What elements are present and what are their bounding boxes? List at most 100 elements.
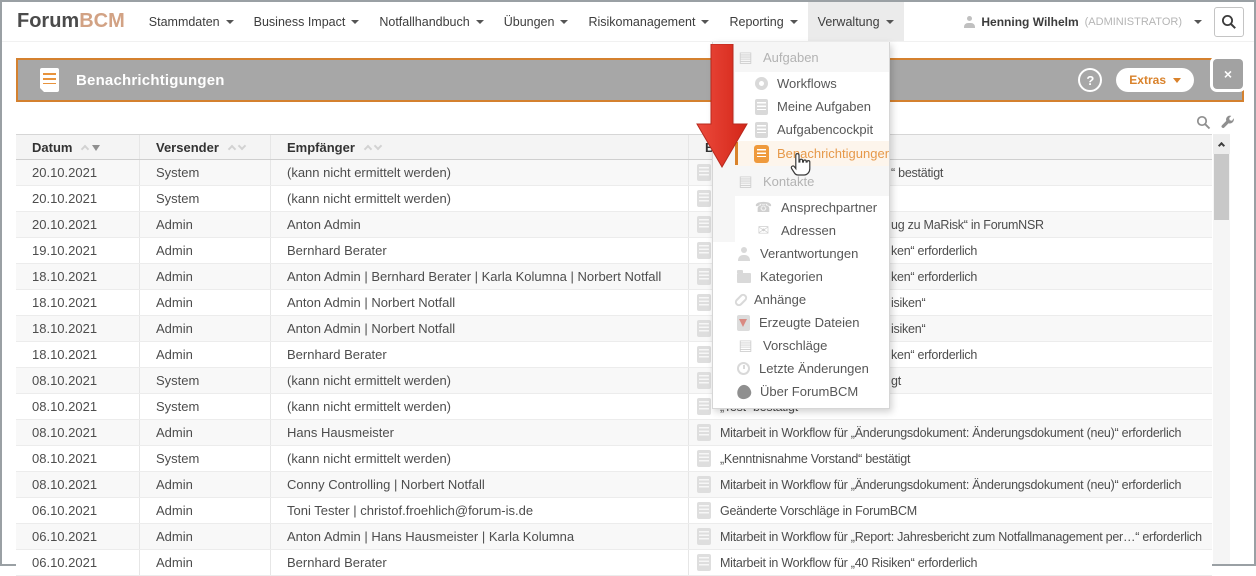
ueber-forumbcm-icon [735,383,752,400]
brand-logo[interactable]: ForumBCM [17,10,125,33]
sort-asc-icon[interactable] [81,144,89,152]
menu-item-verantwortungen[interactable]: Verantwortungen [713,242,889,265]
menu-item-ueber-forumbcm[interactable]: Über ForumBCM [713,380,889,403]
scroll-up-button[interactable] [1213,134,1230,154]
notification-doc-icon [697,346,711,363]
cell-versender: Admin [139,290,270,315]
sort-desc-icon[interactable] [238,141,246,149]
notification-doc-icon [697,424,711,441]
cell-datum: 20.10.2021 [16,160,139,185]
menu-item-benachrichtigungen[interactable]: Benachrichtigungen [713,141,889,166]
cell-empfaenger: Anton Admin | Hans Hausmeister | Karla K… [270,524,688,549]
table-row[interactable]: 18.10.2021 Admin Anton Admin | Norbert N… [16,316,1212,342]
notifications-panel-header: Benachrichtigungen ? Extras [16,58,1244,102]
cell-betreff: „Kenntnisnahme Vorstand“ bestätigt [688,446,1212,471]
scrollbar-thumb[interactable] [1214,154,1229,220]
chevron-down-icon [351,20,359,24]
cell-datum: 20.10.2021 [16,212,139,237]
menu-item-ansprechpartner[interactable]: ☎ Ansprechpartner [713,196,889,219]
cell-empfaenger: Anton Admin | Bernhard Berater | Karla K… [270,264,688,289]
extras-button[interactable]: Extras [1116,68,1194,92]
nav-item-business-impact[interactable]: Business Impact [244,2,370,41]
nav-item-uebungen[interactable]: Übungen [494,2,579,41]
notifications-icon [40,68,59,92]
notification-doc-icon [697,242,711,259]
cell-empfaenger: (kann nicht ermittelt werden) [270,160,688,185]
cell-empfaenger: Anton Admin [270,212,688,237]
notification-doc-icon [697,450,711,467]
table-settings-wrench-icon[interactable] [1220,115,1235,130]
table-row[interactable]: 18.10.2021 Admin Anton Admin | Bernhard … [16,264,1212,290]
nav-item-notfallhandbuch[interactable]: Notfallhandbuch [369,2,493,41]
menu-item-kategorien[interactable]: Kategorien [713,265,889,288]
search-button[interactable] [1214,7,1244,37]
menu-item-workflows[interactable]: Workflows [713,72,889,95]
help-button[interactable]: ? [1078,68,1102,92]
cell-betreff: Mitarbeit in Workflow für „Report: Jahre… [688,524,1212,549]
column-header-empfaenger[interactable]: Empfänger [270,135,688,159]
sort-desc-icon[interactable] [92,145,100,151]
notification-doc-icon [697,476,711,493]
menu-item-erzeugte-dateien[interactable]: Erzeugte Dateien [713,311,889,334]
cell-datum: 20.10.2021 [16,186,139,211]
letzte-aenderungen-icon [737,362,750,375]
cell-versender: System [139,368,270,393]
sort-asc-icon[interactable] [228,144,236,152]
cell-empfaenger: Toni Tester | christof.froehlich@forum-i… [270,498,688,523]
nav-item-reporting[interactable]: Reporting [719,2,807,41]
notification-doc-icon [697,268,711,285]
nav-item-verwaltung[interactable]: Verwaltung [808,2,904,41]
user-menu[interactable]: Henning Wilhelm (ADMINISTRATOR) [964,15,1202,29]
table-row[interactable]: 08.10.2021 System (kann nicht ermittelt … [16,394,1212,420]
table-row[interactable]: 19.10.2021 Admin Bernhard Berater ken“ e… [16,238,1212,264]
table-row[interactable]: 06.10.2021 Admin Toni Tester | christof.… [16,498,1212,524]
table-header-row: Datum Versender Empfänger Betreff [16,134,1212,160]
cell-datum: 08.10.2021 [16,368,139,393]
table-row[interactable]: 08.10.2021 System (kann nicht ermittelt … [16,368,1212,394]
adressen-icon: ✉ [755,222,772,239]
top-navigation-bar: ForumBCM Stammdaten Business Impact Notf… [2,2,1254,42]
table-search-icon[interactable] [1196,115,1211,130]
close-button[interactable]: × [1213,59,1243,89]
column-header-versender[interactable]: Versender [139,135,270,159]
cell-versender: Admin [139,264,270,289]
table-row[interactable]: 08.10.2021 Admin Hans Hausmeister Mitarb… [16,420,1212,446]
table-row[interactable]: 20.10.2021 Admin Anton Admin ug zu MaRis… [16,212,1212,238]
table-row[interactable]: 06.10.2021 Admin Anton Admin | Hans Haus… [16,524,1212,550]
kategorien-icon [737,273,751,283]
verantwortungen-icon [737,247,751,261]
nav-item-stammdaten[interactable]: Stammdaten [139,2,244,41]
table-row[interactable]: 08.10.2021 Admin Conny Controlling | Nor… [16,472,1212,498]
cell-versender: Admin [139,316,270,341]
sort-desc-icon[interactable] [374,141,382,149]
brand-primary: Forum [17,10,79,32]
cell-datum: 06.10.2021 [16,498,139,523]
notification-doc-icon [697,320,711,337]
nav-item-risikomanagement[interactable]: Risikomanagement [578,2,719,41]
cell-empfaenger: Anton Admin | Norbert Notfall [270,316,688,341]
cell-versender: Admin [139,550,270,575]
verwaltung-dropdown-menu: ▤ Aufgaben Workflows Meine Aufgaben Aufg… [712,42,890,409]
table-row[interactable]: 20.10.2021 System (kann nicht ermittelt … [16,160,1212,186]
vertical-scrollbar[interactable] [1213,134,1230,564]
ansprechpartner-icon: ☎ [755,199,772,216]
erzeugte-dateien-icon [737,315,750,331]
table-row[interactable]: 06.10.2021 Admin Bernhard Berater Mitarb… [16,550,1212,576]
table-row[interactable]: 18.10.2021 Admin Anton Admin | Norbert N… [16,290,1212,316]
menu-item-aufgabencockpit[interactable]: Aufgabencockpit [713,118,889,141]
table-row[interactable]: 18.10.2021 Admin Bernhard Berater ken“ e… [16,342,1212,368]
sort-asc-icon[interactable] [364,144,372,152]
menu-item-adressen[interactable]: ✉ Adressen [713,219,889,242]
notification-doc-icon [697,502,711,519]
notification-doc-icon [697,164,711,181]
page-title: Benachrichtigungen [76,72,225,89]
table-row[interactable]: 08.10.2021 System (kann nicht ermittelt … [16,446,1212,472]
menu-item-anhaenge[interactable]: Anhänge [713,288,889,311]
column-header-datum[interactable]: Datum [16,135,139,159]
table-row[interactable]: 20.10.2021 System (kann nicht ermittelt … [16,186,1212,212]
menu-item-letzte-aenderungen[interactable]: Letzte Änderungen [713,357,889,380]
cell-versender: System [139,160,270,185]
vorschlaege-icon: ▤ [737,338,754,353]
menu-item-meine-aufgaben[interactable]: Meine Aufgaben [713,95,889,118]
menu-item-vorschlaege[interactable]: ▤ Vorschläge [713,334,889,357]
